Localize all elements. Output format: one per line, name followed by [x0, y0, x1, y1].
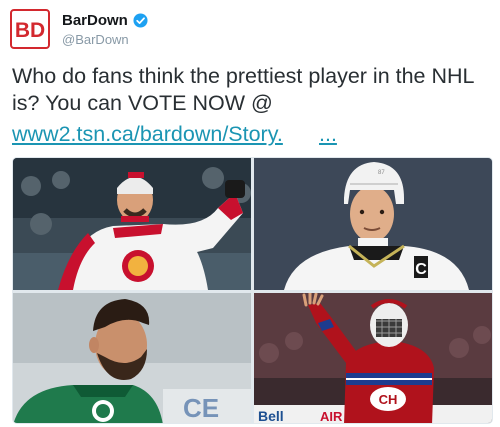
- photo-panthers-player[interactable]: [13, 158, 251, 290]
- bardown-logo-icon: BD: [14, 16, 46, 42]
- board-text-air: AIR: [320, 409, 343, 424]
- photo-penguins-captain[interactable]: C 87: [254, 158, 492, 290]
- tweet-link-ellipsis[interactable]: ...: [319, 121, 337, 148]
- board-text-left: CE: [183, 393, 219, 423]
- captain-letter: C: [415, 261, 427, 278]
- habs-logo-text: CH: [379, 392, 398, 407]
- bardown-avatar[interactable]: BD: [10, 9, 50, 49]
- tweet-header: BD BarDown @BarDown: [10, 8, 490, 54]
- display-name[interactable]: BarDown: [62, 12, 128, 29]
- board-text-bell: Bell: [258, 408, 284, 424]
- photo-canadiens-goalie[interactable]: Bell AIR CH: [254, 293, 492, 424]
- media-grid: C 87 CE Bell AIR CH: [12, 157, 493, 424]
- verified-badge-icon: [133, 13, 148, 28]
- user-handle[interactable]: @BarDown: [62, 32, 129, 47]
- tweet-text: Who do fans think the prettiest player i…: [12, 64, 474, 115]
- tweet-link[interactable]: www2.tsn.ca/bardown/Story.: [12, 121, 283, 148]
- photo-stars-player[interactable]: CE: [13, 293, 251, 423]
- svg-text:87: 87: [378, 170, 385, 176]
- avatar-text: BD: [15, 19, 45, 42]
